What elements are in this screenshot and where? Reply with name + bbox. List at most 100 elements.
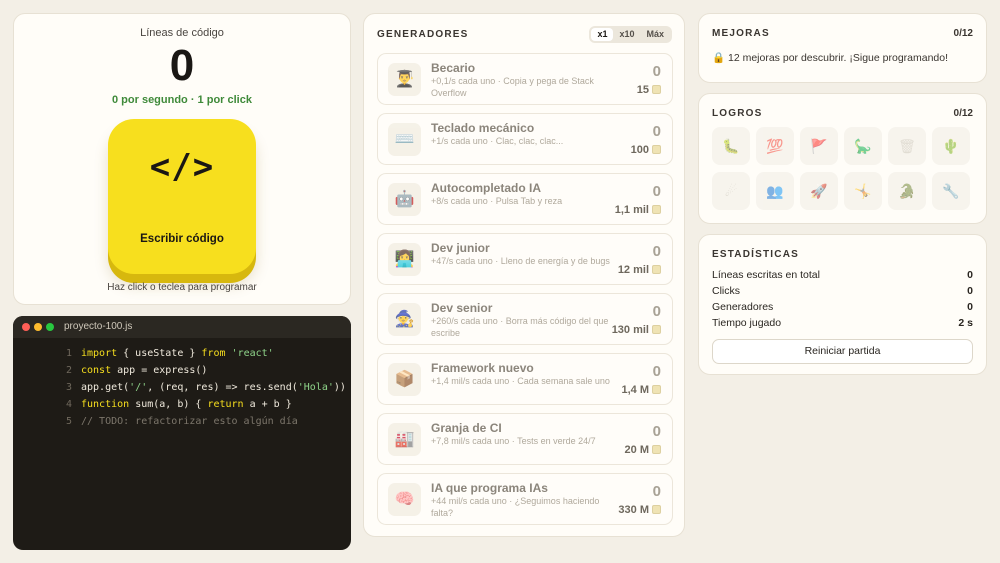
generator-card[interactable]: ⌨️ Teclado mecánico +1/s cada uno · Clac… <box>377 113 673 165</box>
generator-card[interactable]: 🧠 IA que programa IAs +44 mil/s cada uno… <box>377 473 673 525</box>
generator-card[interactable]: 🤖 Autocompletado IA +8/s cada uno · Puls… <box>377 173 673 225</box>
code-line: 5 // TODO: refactorizar esto algún día <box>13 416 351 433</box>
stat-label: Generadores <box>712 301 774 313</box>
generator-cost-value: 1,4 M <box>621 384 649 396</box>
generator-cost: 1,4 M <box>621 384 661 396</box>
code-editor: proyecto-100.js 1 import { useState } fro… <box>13 316 351 550</box>
generator-icon: 🤖 <box>388 183 421 216</box>
code-token: )) <box>333 382 346 393</box>
achievements-grid: 🐛 💯 🚩 🦕 🗑 🌵 ☄ 👥 🚀 🤸 🐊 🔧 <box>712 127 970 210</box>
generator-card[interactable]: 👨‍🎓 Becario +0,1/s cada uno · Copia y pe… <box>377 53 673 105</box>
generator-owned-count: 0 <box>652 483 661 500</box>
generator-cost: 20 M <box>625 444 661 456</box>
code-token: from <box>201 348 226 359</box>
code-token: app = express() <box>111 365 208 376</box>
note-icon <box>652 325 661 334</box>
generator-cost: 12 mil <box>618 264 661 276</box>
generator-icon: 🧠 <box>388 483 421 516</box>
code-line: 4 function sum(a, b) { return a + b } <box>13 399 351 416</box>
stat-value: 0 <box>967 285 973 297</box>
lines-counter: 0 <box>169 41 195 90</box>
generator-card[interactable]: 🧙 Dev senior +260/s cada uno · Borra más… <box>377 293 673 345</box>
generator-icon: 👨‍🎓 <box>388 63 421 96</box>
generator-owned-count: 0 <box>652 63 661 80</box>
generator-name: Dev senior <box>431 301 493 315</box>
code-token: { useState } <box>117 348 202 359</box>
editor-filename: proyecto-100.js <box>64 321 133 332</box>
line-number: 1 <box>65 348 72 359</box>
stat-value: 0 <box>967 269 973 281</box>
code-token: 'Hola' <box>297 382 334 393</box>
generator-name: Becario <box>431 61 476 75</box>
code-token: return <box>207 399 244 410</box>
note-icon <box>652 505 661 514</box>
achievement-locked-icon: 🚀 <box>800 172 838 210</box>
generator-cost-value: 20 M <box>624 444 649 456</box>
generator-description: +0,1/s cada uno · Copia y pega de Stack … <box>431 76 594 98</box>
note-icon <box>652 145 661 154</box>
production-rate: 0 por segundo · 1 por click <box>112 94 252 106</box>
generator-card[interactable]: 📦 Framework nuevo +1,4 mil/s cada uno · … <box>377 353 673 405</box>
generator-cost-value: 15 <box>636 84 649 96</box>
generator-card[interactable]: 👩‍💻 Dev junior +47/s cada uno · Lleno de… <box>377 233 673 285</box>
generator-owned-count: 0 <box>652 303 661 320</box>
generators-panel: GENERADORES x1 x10 Máx 👨‍🎓 Becario +0,1/… <box>363 13 685 537</box>
achievement-locked-icon: 💯 <box>756 127 794 165</box>
generator-description: +260/s cada uno · Borra más código del q… <box>431 316 609 338</box>
lines-label: Líneas de código <box>140 27 224 39</box>
stat-row: Clicks 0 <box>712 285 973 297</box>
multiplier-x10-button[interactable]: x10 <box>613 28 640 41</box>
achievement-locked-icon: 🐛 <box>712 127 750 165</box>
generator-description: +8/s cada uno · Pulsa Tab y reza <box>431 196 563 206</box>
generator-cost: 130 mil <box>612 324 661 336</box>
stat-label: Clicks <box>712 285 740 297</box>
generator-icon: 📦 <box>388 363 421 396</box>
achievements-title: LOGROS <box>712 108 763 119</box>
generator-description: +7,8 mil/s cada uno · Tests en verde 24/… <box>431 436 596 446</box>
code-token: sum(a, b) { <box>129 399 208 410</box>
code-line: 1 import { useState } from 'react' <box>13 348 351 365</box>
close-dot-icon <box>22 323 30 331</box>
note-icon <box>652 205 661 214</box>
generator-icon: ⌨️ <box>388 123 421 156</box>
generator-cost: 330 M <box>618 504 661 516</box>
write-code-label: Escribir código <box>140 233 224 245</box>
multiplier-max-button[interactable]: Máx <box>640 28 670 41</box>
upgrades-locked-message: 🔒 12 mejoras por descubrir. ¡Sigue progr… <box>712 52 949 64</box>
code-token: a + b } <box>243 399 292 410</box>
write-code-button[interactable]: </> Escribir código <box>108 119 256 274</box>
line-number: 4 <box>65 399 72 410</box>
generator-owned-count: 0 <box>652 363 661 380</box>
multiplier-x1-button[interactable]: x1 <box>591 28 614 41</box>
generator-owned-count: 0 <box>652 123 661 140</box>
statistics-panel: ESTADÍSTICAS Líneas escritas en total 0 Cl… <box>698 234 987 375</box>
achievement-locked-icon: 🚩 <box>800 127 838 165</box>
code-brackets-icon: </> <box>149 147 215 187</box>
line-number: 2 <box>65 365 72 376</box>
achievement-locked-icon: ☄ <box>712 172 750 210</box>
generator-owned-count: 0 <box>652 183 661 200</box>
generator-cost-value: 1,1 mil <box>614 204 649 216</box>
achievement-locked-icon: 🤸 <box>844 172 882 210</box>
generator-cost-value: 100 <box>630 144 649 156</box>
code-lines: 1 import { useState } from 'react' 2 const … <box>13 338 351 433</box>
generator-card[interactable]: 🏭 Granja de CI +7,8 mil/s cada uno · Tes… <box>377 413 673 465</box>
reset-game-button[interactable]: Reiniciar partida <box>712 339 973 364</box>
stat-row: Generadores 0 <box>712 301 973 313</box>
generator-description: +1,4 mil/s cada uno · Cada semana sale u… <box>431 376 610 386</box>
maximize-dot-icon <box>46 323 54 331</box>
generator-cost-value: 130 mil <box>611 324 649 336</box>
generator-icon: 🧙 <box>388 303 421 336</box>
generator-name: Framework nuevo <box>431 361 534 375</box>
stat-label: Líneas escritas en total <box>712 269 820 281</box>
note-icon <box>652 85 661 94</box>
code-token: import <box>81 348 118 359</box>
generator-name: IA que programa IAs <box>431 481 548 495</box>
click-hint: Haz click o teclea para programar <box>107 282 257 293</box>
generator-name: Granja de CI <box>431 421 502 435</box>
generator-icon: 🏭 <box>388 423 421 456</box>
stat-row: Tiempo jugado 2 s <box>712 317 973 329</box>
generator-description: +1/s cada uno · Clac, clac, clac... <box>431 136 564 146</box>
code-token: // TODO: refactorizar esto algún día <box>81 416 298 427</box>
achievement-locked-icon: 🐊 <box>888 172 926 210</box>
